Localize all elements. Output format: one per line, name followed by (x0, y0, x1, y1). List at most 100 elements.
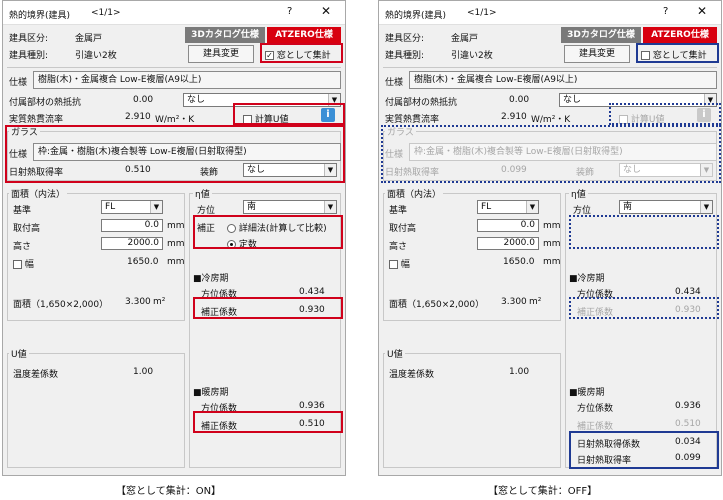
dialog-window-on: 熱的境界(建具) <1/1> ? ✕ 建具区分: 金属戸 建具種別: 引違い2枚… (2, 0, 346, 476)
menseki-label: 面積（1,650×2,000） (13, 300, 109, 310)
menseki-unit: m² (529, 297, 542, 307)
menseki-label: 面積（1,650×2,000） (389, 300, 485, 310)
fuzoku-select-value: なし (187, 95, 206, 105)
takasa-label: 高さ (389, 242, 408, 252)
toritsuke-label: 取付高 (13, 224, 41, 234)
eta-group-label: η値 (193, 187, 212, 200)
page-indicator: <1/1> (467, 8, 497, 18)
area-group-label: 面積（内法） (9, 187, 68, 200)
houi-select-value: 南 (623, 202, 633, 212)
fuzoku-label: 付属部材の熱抵抗 (9, 98, 82, 108)
kijun-select[interactable]: FL ▼ (101, 200, 163, 214)
houi-select[interactable]: 南 ▼ (619, 200, 713, 214)
highlight-calc-u (233, 103, 345, 125)
haba-value: 1650.0 (503, 257, 535, 267)
close-icon[interactable]: ✕ (321, 4, 331, 18)
close-icon[interactable]: ✕ (697, 4, 707, 18)
cooling-section-label: ■冷房期 (193, 274, 229, 284)
kubun-label: 建具区分: (9, 34, 49, 44)
divider (7, 67, 341, 68)
menseki-unit: m² (153, 297, 166, 307)
spec-label: 仕様 (9, 78, 28, 88)
highlight-window-check (636, 43, 719, 63)
page-indicator: <1/1> (91, 8, 121, 18)
shubetsu-label: 建具種別: (385, 51, 425, 61)
takasa-input[interactable]: 2000.0 (477, 237, 539, 250)
dialog-title: 熱的境界(建具) (9, 11, 71, 21)
highlight-hosei (193, 215, 343, 249)
menseki-value: 3.300 (125, 297, 151, 307)
dialog-window-off: 熱的境界(建具) <1/1> ? ✕ 建具区分: 金属戸 建具種別: 引違い2枚… (378, 0, 722, 476)
highlight-hosei (569, 215, 719, 249)
checkbox-empty-icon[interactable] (389, 260, 398, 269)
kijun-select[interactable]: FL ▼ (477, 200, 539, 214)
help-icon[interactable]: ? (287, 6, 292, 17)
takasa-unit: mm (167, 239, 185, 249)
highlight-cooling-hosei (193, 297, 343, 319)
menseki-value: 3.300 (501, 297, 527, 307)
ondosa-value: 1.00 (133, 367, 154, 377)
fuzoku-select-value: なし (563, 95, 582, 105)
ondosa-value: 1.00 (509, 367, 530, 377)
u-group-label: U値 (9, 347, 29, 360)
haba-label: 幅 (400, 260, 410, 270)
title-bar: 熱的境界(建具) <1/1> ? ✕ (3, 1, 345, 25)
chevron-down-icon: ▼ (150, 201, 162, 213)
ondosa-label: 温度差係数 (13, 370, 59, 380)
tab-atzero[interactable]: ATZERO仕様 (267, 27, 341, 43)
spec-label: 仕様 (385, 78, 404, 88)
netsu-value: 2.910 (125, 112, 151, 122)
chevron-down-icon: ▼ (526, 201, 538, 213)
toritsuke-input[interactable]: 0.0 (101, 219, 163, 232)
kubun-value: 金属戸 (75, 34, 103, 44)
cooling-houi-value: 0.434 (675, 287, 701, 297)
caption-off: 【窓として集計：OFF】 (488, 486, 598, 497)
toritsuke-unit: mm (543, 221, 561, 231)
haba-checkbox[interactable]: 幅 (389, 257, 410, 270)
heating-houi-value: 0.936 (675, 401, 701, 411)
heating-houi-label: 方位係数 (577, 404, 614, 414)
netsu-label: 実質熱貫流率 (385, 115, 440, 125)
tab-3d-catalog[interactable]: 3Dカタログ仕様 (561, 27, 641, 43)
takasa-unit: mm (543, 239, 561, 249)
netsu-label: 実質熱貫流率 (9, 115, 64, 125)
kubun-label: 建具区分: (385, 34, 425, 44)
kijun-select-value: FL (481, 202, 492, 212)
spec-button[interactable]: 樹脂(木)・金属複合 Low-E複層(A9以上) (409, 71, 717, 89)
heating-houi-value: 0.936 (299, 401, 325, 411)
spec-button[interactable]: 樹脂(木)・金属複合 Low-E複層(A9以上) (33, 71, 341, 89)
heating-section-label: ■暖房期 (569, 388, 605, 398)
dialog-title: 熱的境界(建具) (385, 11, 447, 21)
ondosa-label: 温度差係数 (389, 370, 435, 380)
highlight-calc-u (609, 103, 721, 125)
tab-3d-catalog[interactable]: 3Dカタログ仕様 (185, 27, 265, 43)
checkbox-empty-icon[interactable] (13, 260, 22, 269)
houi-select[interactable]: 南 ▼ (243, 200, 337, 214)
cooling-houi-value: 0.434 (299, 287, 325, 297)
highlight-glass (381, 125, 721, 183)
highlight-cooling-hosei (569, 297, 719, 319)
toritsuke-unit: mm (167, 221, 185, 231)
tab-atzero[interactable]: ATZERO仕様 (643, 27, 717, 43)
cooling-section-label: ■冷房期 (569, 274, 605, 284)
eta-group-label: η値 (569, 187, 588, 200)
chevron-down-icon: ▼ (324, 201, 336, 213)
kubun-value: 金属戸 (451, 34, 479, 44)
help-icon[interactable]: ? (663, 6, 668, 17)
change-fitting-button[interactable]: 建具変更 (564, 45, 630, 63)
haba-checkbox[interactable]: 幅 (13, 257, 34, 270)
change-fitting-button[interactable]: 建具変更 (188, 45, 254, 63)
highlight-nissha-values (569, 431, 719, 469)
takasa-input[interactable]: 2000.0 (101, 237, 163, 250)
shubetsu-value: 引違い2枚 (75, 51, 117, 61)
shubetsu-value: 引違い2枚 (451, 51, 493, 61)
netsu-value: 2.910 (501, 112, 527, 122)
chevron-down-icon: ▼ (700, 201, 712, 213)
toritsuke-label: 取付高 (389, 224, 417, 234)
highlight-glass (5, 125, 345, 183)
haba-label: 幅 (24, 260, 34, 270)
heating-hosei-value: 0.510 (675, 419, 701, 429)
divider (383, 67, 717, 68)
toritsuke-input[interactable]: 0.0 (477, 219, 539, 232)
fuzoku-value: 0.00 (133, 95, 154, 105)
